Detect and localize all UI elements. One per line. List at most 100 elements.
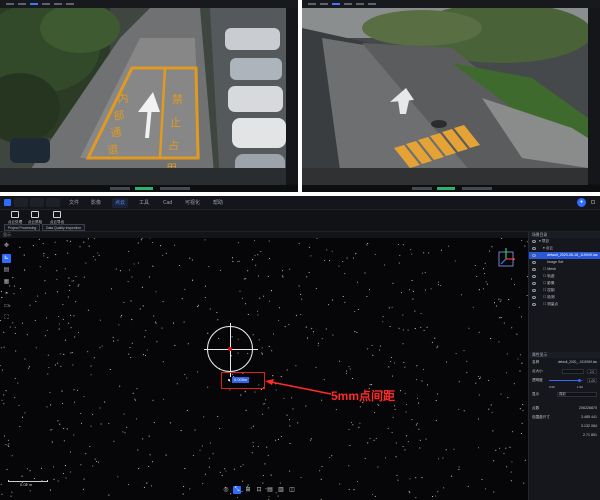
- scene-tree-item-label: default_2020-06-16_115949.las: [547, 253, 598, 257]
- save-icon[interactable]: [30, 198, 44, 207]
- annotation-arrow: [265, 379, 332, 395]
- scene-tree-item-label: Image Set: [547, 260, 564, 264]
- visibility-eye-icon[interactable]: [532, 303, 536, 306]
- user-avatar-icon[interactable]: ●: [577, 198, 586, 207]
- ribbon-toolbar: 点云处理 点云质检 点云导出: [0, 210, 600, 232]
- section-icon[interactable]: ▤: [266, 486, 274, 494]
- visibility-eye-icon[interactable]: [532, 275, 536, 278]
- menu-image[interactable]: 影像: [88, 198, 104, 208]
- scene-tree-item[interactable]: ☐ 轨迹: [529, 273, 600, 280]
- window-maximize-icon[interactable]: [591, 200, 595, 204]
- prop-size-key: 点大小: [532, 369, 543, 373]
- prop-color-row: 显示 真彩: [529, 390, 600, 399]
- road-pointcloud-view: [302, 8, 588, 185]
- preview-pane-left: 内 部 通 道 禁 止 占 用: [0, 0, 298, 192]
- svg-text:内: 内: [116, 91, 129, 106]
- scene-tree-item[interactable]: default_2020-06-16_115949.las: [529, 252, 600, 259]
- cursor-icon[interactable]: ✥: [2, 242, 11, 251]
- svg-text:通: 通: [110, 126, 123, 140]
- title-bar: 文件 影像 点云 工具 Cad 可视化 帮助 ●: [0, 196, 600, 210]
- svg-text:禁: 禁: [172, 93, 183, 106]
- svg-text:占: 占: [168, 138, 179, 152]
- point-size-box[interactable]: 2.0: [587, 369, 597, 374]
- prop-extent-y: 3.132 084: [581, 424, 597, 428]
- scene-tree-item-label: ▾ 点云: [543, 246, 553, 250]
- prop-opacity-row: 透明度 1.00: [529, 376, 600, 385]
- app-logo-icon: [4, 199, 11, 206]
- svg-text:止: 止: [170, 116, 181, 129]
- pointcloud-viewport[interactable]: [0, 238, 528, 500]
- measure-icon[interactable]: ⊾: [2, 254, 11, 263]
- view-icon[interactable]: ◎: [222, 486, 230, 494]
- visibility-eye-icon[interactable]: [532, 247, 536, 250]
- color-mode-value: 真彩: [559, 392, 566, 396]
- box-icon[interactable]: ▭: [2, 302, 11, 311]
- visibility-eye-icon[interactable]: [532, 289, 536, 292]
- screenshot-root: 内 部 通 道 禁 止 占 用: [0, 0, 600, 500]
- opacity-box[interactable]: 1.00: [587, 378, 597, 383]
- settings-icon[interactable]: ◫: [288, 486, 296, 494]
- prop-points-row: 点数 206226870: [529, 404, 600, 413]
- target-crosshair: [204, 323, 258, 377]
- point-size-input[interactable]: [562, 369, 584, 374]
- measurement-tag: 0.005m: [232, 377, 250, 383]
- scene-tree-item-label: ☐ 控制: [543, 288, 555, 292]
- opacity-slider[interactable]: [549, 378, 583, 382]
- visibility-eye-icon[interactable]: [532, 240, 536, 243]
- prop-points-value: 206226870: [579, 406, 597, 410]
- scene-tree-item[interactable]: ▾ 点云: [529, 245, 600, 252]
- layers-icon[interactable]: ▤: [2, 266, 11, 275]
- grid-icon[interactable]: ▦: [2, 278, 11, 287]
- svg-text:道: 道: [106, 142, 119, 157]
- project-processing-button[interactable]: Project Processing: [4, 224, 41, 231]
- crop-icon[interactable]: ▥: [277, 486, 285, 494]
- visibility-eye-icon[interactable]: [532, 261, 536, 264]
- prop-extent-z: 2.71 851: [583, 433, 597, 437]
- measure-point: [228, 379, 230, 381]
- scene-tree-item[interactable]: ☐ 影像: [529, 280, 600, 287]
- scene-tree-item-label: ☐ Mesh: [543, 267, 557, 271]
- menu-tools[interactable]: 工具: [136, 198, 152, 208]
- prop-extent-x: 3.485 441: [581, 415, 597, 419]
- preview-pane-right: [302, 0, 600, 192]
- menu-cad[interactable]: Cad: [160, 198, 175, 208]
- preview-toolbar: [0, 0, 298, 8]
- area-icon[interactable]: ⊡: [255, 486, 263, 494]
- right-panel: 场景目录 ▾ 项目 ▾ 点云 default_2020-06-16_115949.l…: [528, 232, 600, 500]
- menu-file[interactable]: 文件: [66, 198, 82, 208]
- menu-help[interactable]: 帮助: [210, 198, 226, 208]
- scene-tree-item[interactable]: ☐ Mesh: [529, 266, 600, 273]
- visibility-eye-icon[interactable]: [532, 268, 536, 271]
- export-icon: [53, 211, 61, 218]
- measure-icon[interactable]: ⤡: [233, 486, 241, 494]
- menu-visualization[interactable]: 可视化: [182, 198, 203, 208]
- scene-tree-item[interactable]: Image Set: [529, 259, 600, 266]
- ruler-icon[interactable]: ⊞: [244, 486, 252, 494]
- open-icon[interactable]: [14, 198, 28, 207]
- scene-tree-item-label: ▾ 项目: [539, 239, 549, 243]
- measurement-highlight-box: 0.005m: [221, 372, 265, 389]
- visibility-eye-icon[interactable]: [532, 254, 536, 257]
- camera-icon[interactable]: ◓: [2, 290, 11, 299]
- visibility-eye-icon[interactable]: [532, 296, 536, 299]
- inspect-icon: [31, 211, 39, 218]
- scale-bar-label: 0.02 m: [20, 482, 33, 487]
- scene-tree: ▾ 项目 ▾ 点云 default_2020-06-16_115949.las Ima…: [529, 238, 600, 308]
- preview-status-bar: [302, 185, 600, 192]
- menu-pointcloud[interactable]: 点云: [112, 198, 129, 208]
- scene-tree-item-label: ☐ 影像: [543, 281, 555, 285]
- scene-tree-item[interactable]: ☐ 测量点: [529, 301, 600, 308]
- visibility-eye-icon[interactable]: [532, 282, 536, 285]
- preview-side-panel: [588, 8, 600, 184]
- data-quality-inspection-button[interactable]: Data Quality Inspection: [42, 224, 86, 231]
- fit-icon[interactable]: ⛶: [2, 314, 11, 323]
- process-icon: [11, 211, 19, 218]
- left-toolbar: ✥ ⊾ ▤ ▦ ◓ ▭ ⛶: [2, 242, 12, 326]
- prop-size-row: 点大小 2.0: [529, 367, 600, 376]
- undo-icon[interactable]: [46, 198, 60, 207]
- scene-tree-item[interactable]: ☐ 控制: [529, 287, 600, 294]
- scene-tree-item[interactable]: ☐ 检测: [529, 294, 600, 301]
- axis-gizmo[interactable]: [497, 246, 517, 268]
- prop-extent-row: 包围盒尺寸 3.485 441: [529, 413, 600, 422]
- scene-tree-item[interactable]: ▾ 项目: [529, 238, 600, 245]
